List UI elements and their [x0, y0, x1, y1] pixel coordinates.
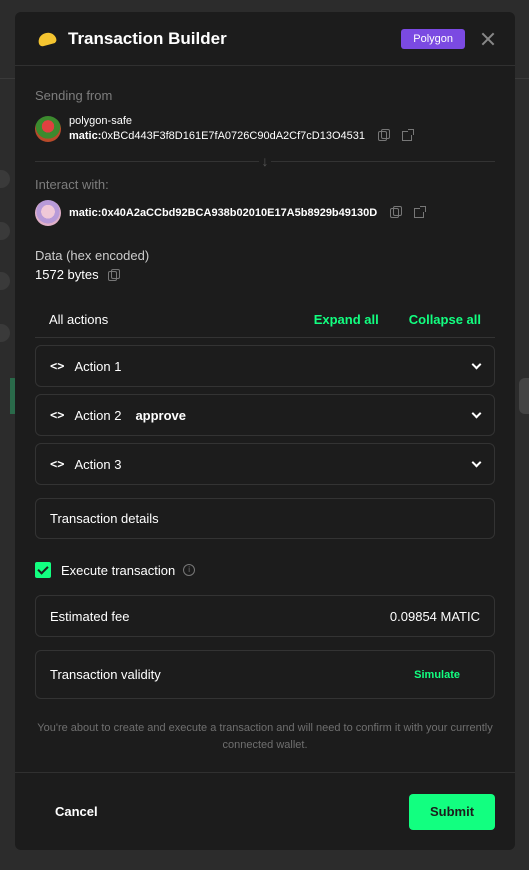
contract-address: 0x40A2aCCbd92BCA938b02010E17A5b8929b4913…	[101, 206, 378, 219]
all-actions-title: All actions	[49, 312, 109, 327]
action-item-2[interactable]: <> Action 2 approve	[35, 394, 495, 436]
fee-label: Estimated fee	[50, 608, 130, 624]
action-item-3[interactable]: <> Action 3	[35, 443, 495, 485]
backdrop-tab	[0, 222, 10, 240]
transaction-details-panel[interactable]: Transaction details	[35, 498, 495, 539]
transaction-validity-row: Transaction validity Simulate	[35, 650, 495, 699]
transaction-details-label: Transaction details	[50, 511, 159, 526]
sending-from-label: Sending from	[35, 88, 113, 103]
code-icon: <>	[50, 408, 65, 422]
sender-address: 0xBCd443F3f8D161E7fA0726C90dA2Cf7cD13O45…	[101, 130, 365, 142]
validity-label: Transaction validity	[50, 667, 161, 682]
expand-all-button[interactable]: Expand all	[314, 312, 379, 327]
execute-label: Execute transaction	[61, 562, 176, 578]
data-label: Data (hex encoded)	[35, 248, 150, 263]
app-logo-icon	[36, 30, 58, 47]
action-method: approve	[135, 407, 187, 423]
contract-info: matic:0x40A2aCCbd92BCA938b02010E17A5b892…	[69, 205, 427, 221]
safe-avatar	[35, 116, 61, 142]
interact-with-label: Interact with:	[35, 177, 109, 192]
sender-info: polygon-safe matic:0xBCd443F3f8D161E7fA0…	[69, 114, 415, 144]
action-label: Action 1	[74, 358, 122, 374]
disclaimer-text: You're about to create and execute a tra…	[37, 722, 493, 751]
submit-button[interactable]: Submit	[409, 793, 495, 830]
collapse-all-button[interactable]: Collapse all	[409, 312, 481, 327]
external-link-icon[interactable]	[414, 205, 427, 218]
close-icon[interactable]	[481, 32, 495, 46]
action-label: Action 3	[74, 456, 122, 472]
cancel-button[interactable]: Cancel	[35, 794, 118, 829]
backdrop-button	[519, 378, 529, 414]
contract-address-row: matic:0x40A2aCCbd92BCA938b02010E17A5b892…	[35, 200, 427, 226]
modal-title: Transaction Builder	[68, 28, 227, 48]
chain-prefix: matic:	[69, 130, 102, 142]
backdrop-tab	[0, 324, 10, 342]
data-size-value: 1572 bytes	[35, 267, 99, 282]
copy-icon[interactable]	[378, 129, 391, 142]
code-icon: <>	[50, 457, 65, 471]
actions-header: All actions Expand all Collapse all	[35, 302, 495, 338]
modal-header: Transaction Builder Polygon	[15, 12, 515, 66]
sender-address-row: polygon-safe matic:0xBCd443F3f8D161E7fA0…	[35, 114, 415, 144]
info-icon[interactable]: i	[183, 564, 196, 576]
execute-transaction-row: Execute transaction i	[35, 562, 196, 578]
code-icon: <>	[50, 359, 65, 373]
backdrop-tab	[0, 170, 10, 188]
chevron-down-icon	[471, 408, 482, 418]
modal-footer: Cancel Submit	[15, 772, 515, 850]
chevron-down-icon	[471, 359, 482, 369]
simulate-button[interactable]: Simulate	[414, 669, 460, 681]
external-link-icon[interactable]	[402, 129, 415, 142]
chain-prefix: matic:	[69, 206, 102, 219]
data-size: 1572 bytes	[35, 267, 121, 282]
copy-icon[interactable]	[390, 205, 403, 218]
transaction-builder-modal: Transaction Builder Polygon Sending from…	[15, 12, 515, 850]
estimated-fee-row: Estimated fee 0.09854 MATIC	[35, 595, 495, 637]
chevron-down-icon	[471, 457, 482, 467]
action-label: Action 2	[74, 407, 122, 423]
copy-icon[interactable]	[108, 268, 121, 281]
execute-checkbox[interactable]	[35, 562, 51, 578]
safe-name: polygon-safe	[69, 115, 132, 127]
network-badge: Polygon	[401, 28, 465, 49]
arrow-down-icon: ↓	[259, 153, 271, 169]
fee-value: 0.09854 MATIC	[389, 608, 480, 624]
backdrop-tab	[0, 272, 10, 290]
contract-avatar	[35, 200, 61, 226]
action-item-1[interactable]: <> Action 1	[35, 345, 495, 387]
